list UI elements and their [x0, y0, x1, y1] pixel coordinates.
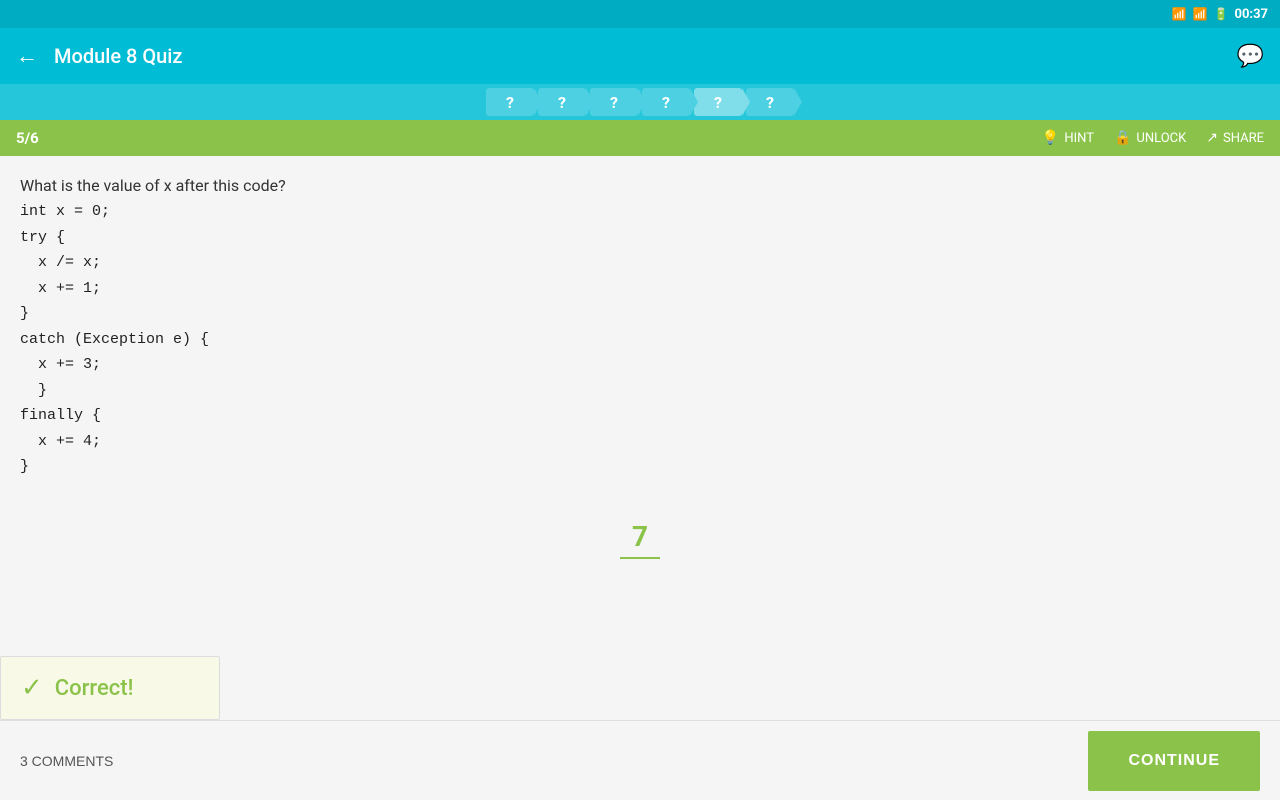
progress-item-3[interactable]: ? — [590, 88, 638, 116]
bottom-bar: 3 COMMENTS CONTINUE — [0, 720, 1280, 800]
time-display: 00:37 — [1235, 7, 1269, 22]
hint-button[interactable]: 💡 HINT — [1042, 130, 1094, 146]
continue-button[interactable]: CONTINUE — [1088, 731, 1260, 791]
counter-bar: 5/6 💡 HINT 🔒 UNLOCK ↗ SHARE — [0, 120, 1280, 156]
correct-text: Correct! — [55, 676, 134, 701]
progress-item-1[interactable]: ? — [486, 88, 534, 116]
main-content: What is the value of x after this code? … — [0, 156, 1280, 720]
signal-icon: 📶 — [1193, 7, 1208, 21]
nav-title: Module 8 Quiz — [54, 44, 1221, 68]
toolbar-actions: 💡 HINT 🔒 UNLOCK ↗ SHARE — [1042, 130, 1264, 146]
battery-icon: 🔋 — [1214, 7, 1229, 21]
comments-button[interactable]: 3 COMMENTS — [20, 753, 113, 769]
top-bar: ← Module 8 Quiz 💬 — [0, 28, 1280, 84]
progress-bar: ? ? ? ? ? ? — [0, 84, 1280, 120]
status-bar: 📶 📶 🔋 00:37 — [0, 0, 1280, 28]
check-icon: ✓ — [21, 673, 43, 703]
hint-icon: 💡 — [1042, 130, 1059, 146]
code-block: int x = 0; try { x /= x; x += 1; } catch… — [20, 199, 1260, 480]
progress-item-2[interactable]: ? — [538, 88, 586, 116]
chat-icon[interactable]: 💬 — [1237, 44, 1264, 69]
share-icon: ↗ — [1206, 130, 1218, 146]
progress-item-6[interactable]: ? — [746, 88, 794, 116]
lock-icon: 🔒 — [1114, 130, 1131, 146]
progress-item-4[interactable]: ? — [642, 88, 690, 116]
progress-item-5[interactable]: ? — [694, 88, 742, 116]
wifi-icon: 📶 — [1172, 7, 1187, 21]
share-button[interactable]: ↗ SHARE — [1206, 130, 1264, 146]
correct-banner: ✓ Correct! — [0, 656, 220, 720]
unlock-button[interactable]: 🔒 UNLOCK — [1114, 130, 1186, 146]
back-button[interactable]: ← — [16, 43, 38, 69]
answer-value: 7 — [620, 520, 660, 559]
question-text: What is the value of x after this code? — [20, 176, 1260, 195]
answer-area: 7 — [20, 520, 1260, 559]
status-icons: 📶 📶 🔋 00:37 — [1172, 7, 1268, 22]
question-counter: 5/6 — [16, 129, 1042, 147]
